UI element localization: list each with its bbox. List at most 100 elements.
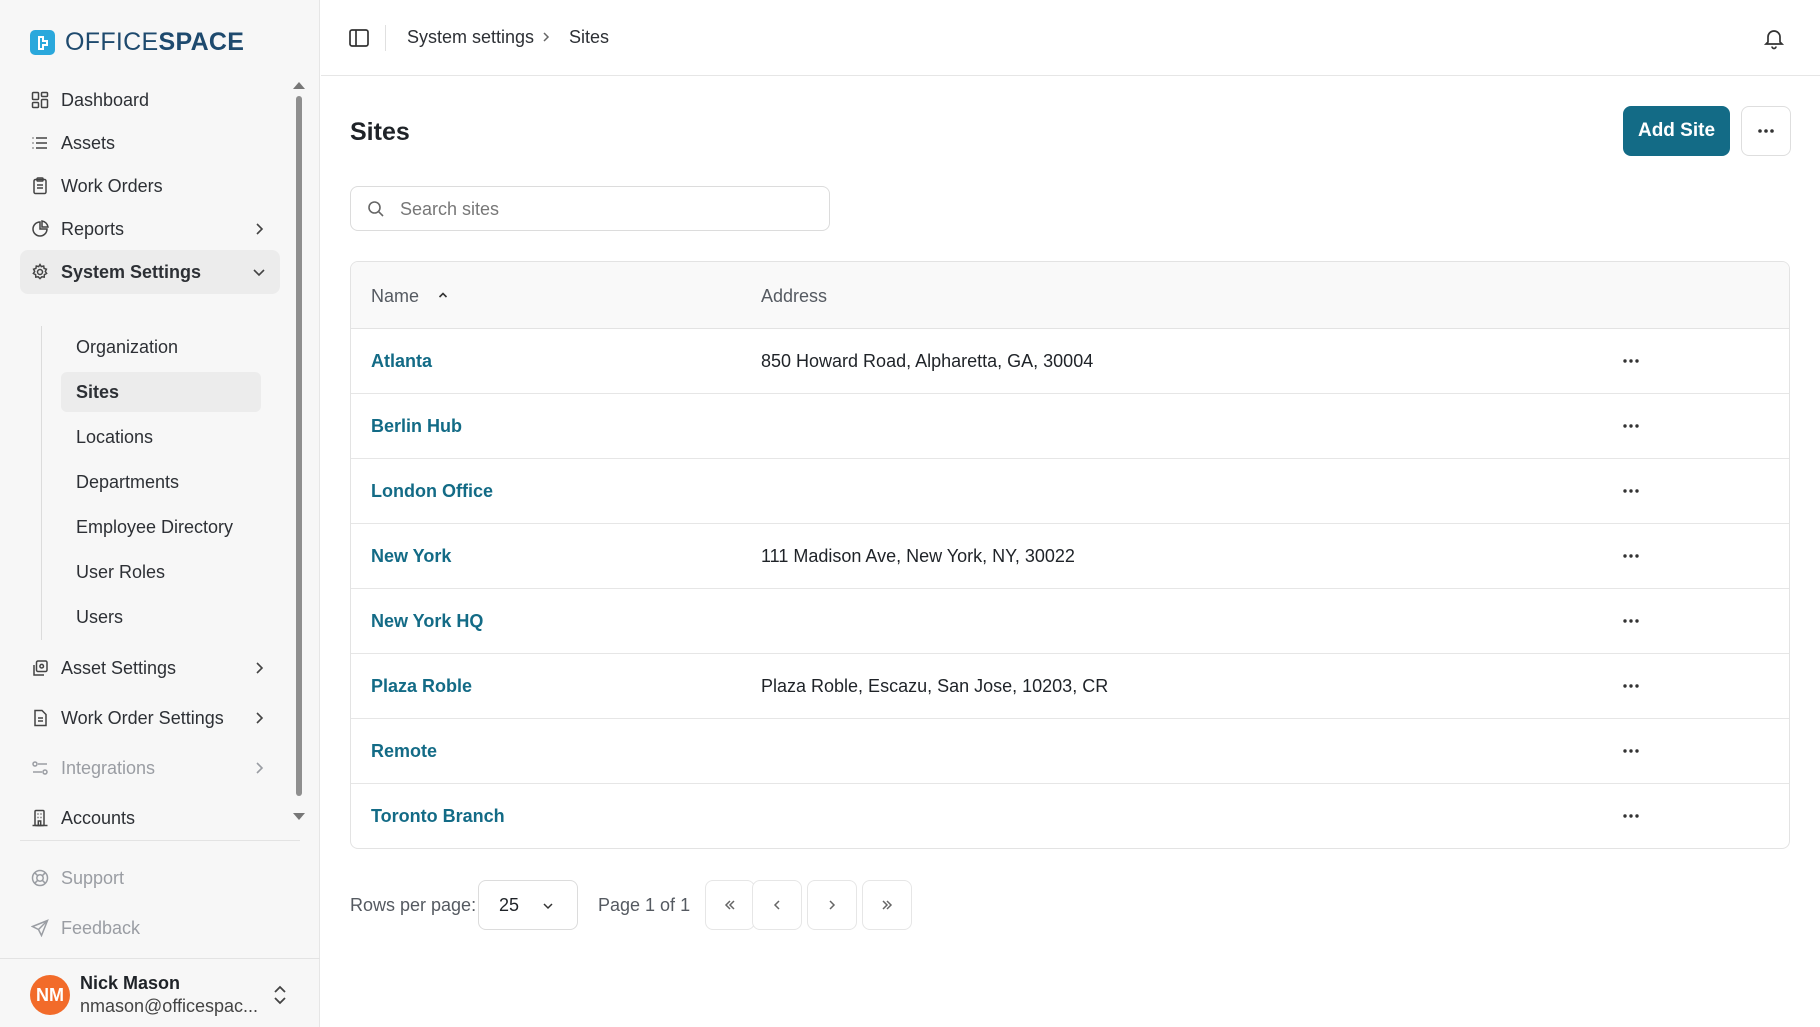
sidebar-item-support[interactable]: Support xyxy=(20,856,280,900)
sidebar-item-integrations[interactable]: Integrations xyxy=(20,746,280,790)
subitem-label: Locations xyxy=(76,426,154,447)
chevrons-right-icon xyxy=(882,900,893,910)
sidebar-item-label: Reports xyxy=(61,218,125,239)
sidebar: OFFICESPACE Dashboard Assets Work Orders… xyxy=(0,0,320,1027)
previous-page-button[interactable] xyxy=(752,880,802,930)
building-icon xyxy=(30,808,50,828)
row-actions-button[interactable] xyxy=(1616,737,1646,765)
more-horizontal-icon xyxy=(1623,684,1639,688)
send-icon xyxy=(30,918,50,938)
sidebar-item-work-order-settings[interactable]: Work Order Settings xyxy=(20,696,280,740)
integrations-icon xyxy=(30,758,50,778)
sidebar-subitem-sites[interactable]: Sites xyxy=(61,372,261,412)
table-row[interactable]: Plaza Roble Plaza Roble, Escazu, San Jose… xyxy=(351,654,1789,719)
row-actions-button[interactable] xyxy=(1616,542,1646,570)
user-menu[interactable]: NM Nick Mason nmason@officespac... xyxy=(30,970,290,1020)
list-icon xyxy=(30,133,50,153)
site-name-link[interactable]: Plaza Roble xyxy=(371,676,472,697)
sidebar-item-label: Feedback xyxy=(61,917,141,938)
search-box[interactable] xyxy=(350,186,830,231)
table-row[interactable]: London Office xyxy=(351,459,1789,524)
sidebar-item-label: Accounts xyxy=(61,807,136,828)
page-more-button[interactable] xyxy=(1741,106,1791,156)
site-name-link[interactable]: Berlin Hub xyxy=(371,416,462,437)
table-row[interactable]: Atlanta 850 Howard Road, Alpharetta, GA, … xyxy=(351,329,1789,394)
toggle-sidebar-icon[interactable] xyxy=(347,26,371,50)
site-name-link[interactable]: Atlanta xyxy=(371,351,432,372)
sidebar-item-feedback[interactable]: Feedback xyxy=(20,906,280,950)
sidebar-item-assets[interactable]: Assets xyxy=(20,121,280,165)
sidebar-item-accounts[interactable]: Accounts xyxy=(20,796,280,840)
breadcrumb-item-system-settings[interactable]: System settings xyxy=(407,27,534,48)
sidebar-subitem-employee-directory[interactable]: Employee Directory xyxy=(61,507,261,547)
subitem-label: Sites xyxy=(76,381,120,402)
rows-per-page-select[interactable]: 25 xyxy=(478,880,578,930)
chevron-down-icon xyxy=(543,903,553,910)
site-name-link[interactable]: New York xyxy=(371,546,451,567)
sites-table: Name Address Atlanta 850 Howard Road, Alp… xyxy=(350,261,1790,849)
sidebar-subitem-locations[interactable]: Locations xyxy=(61,417,261,457)
clipboard-icon xyxy=(30,176,50,196)
bell-icon[interactable] xyxy=(1762,26,1786,50)
sidebar-item-label: Integrations xyxy=(61,757,156,778)
pie-chart-icon xyxy=(30,219,50,239)
logo[interactable]: OFFICESPACE xyxy=(30,28,244,57)
sidebar-item-dashboard[interactable]: Dashboard xyxy=(20,78,280,122)
row-actions-button[interactable] xyxy=(1616,412,1646,440)
more-horizontal-icon xyxy=(1623,619,1639,623)
scrollbar-thumb[interactable] xyxy=(296,96,302,796)
sort-ascending-icon[interactable] xyxy=(436,288,450,302)
last-page-button[interactable] xyxy=(862,880,912,930)
more-horizontal-icon xyxy=(1623,359,1639,363)
logo-text-light: OFFICE xyxy=(65,28,159,56)
topbar-divider xyxy=(385,25,386,51)
table-row[interactable]: Remote xyxy=(351,719,1789,784)
first-page-button[interactable] xyxy=(705,880,755,930)
more-horizontal-icon xyxy=(1623,554,1639,558)
site-address: Plaza Roble, Escazu, San Jose, 10203, CR xyxy=(761,676,1109,696)
table-row[interactable]: Berlin Hub xyxy=(351,394,1789,459)
chevrons-up-down-icon[interactable] xyxy=(270,984,290,1006)
site-name-link[interactable]: New York HQ xyxy=(371,611,483,632)
more-horizontal-icon xyxy=(1758,129,1774,133)
user-info: Nick Mason nmason@officespac... xyxy=(80,973,258,1017)
site-name-link[interactable]: Toronto Branch xyxy=(371,806,505,827)
sidebar-divider xyxy=(20,840,300,841)
sidebar-item-asset-settings[interactable]: Asset Settings xyxy=(20,646,280,690)
support-icon xyxy=(30,868,50,888)
row-actions-button[interactable] xyxy=(1616,607,1646,635)
subitem-label: Organization xyxy=(76,336,179,357)
chevrons-left-icon xyxy=(724,900,735,910)
sidebar-item-system-settings[interactable]: System Settings xyxy=(20,250,280,294)
column-header-name[interactable]: Name xyxy=(371,286,419,307)
table-header: Name Address xyxy=(351,262,1789,329)
site-name-link[interactable]: Remote xyxy=(371,741,437,762)
breadcrumb-separator-icon xyxy=(543,32,550,42)
sidebar-subitem-organization[interactable]: Organization xyxy=(61,327,261,367)
next-page-button[interactable] xyxy=(807,880,857,930)
sidebar-item-reports[interactable]: Reports xyxy=(20,207,280,251)
table-row[interactable]: New York 111 Madison Ave, New York, NY, 3… xyxy=(351,524,1789,589)
sidebar-subitem-user-roles[interactable]: User Roles xyxy=(61,552,261,592)
avatar: NM xyxy=(30,975,70,1015)
logo-text: OFFICESPACE xyxy=(65,28,244,57)
row-actions-button[interactable] xyxy=(1616,477,1646,505)
table-row[interactable]: New York HQ xyxy=(351,589,1789,654)
scroll-down-arrow-icon[interactable] xyxy=(293,813,305,820)
scroll-up-arrow-icon[interactable] xyxy=(293,82,305,89)
user-name: Nick Mason xyxy=(80,973,181,993)
sidebar-item-work-orders[interactable]: Work Orders xyxy=(20,164,280,208)
row-actions-button[interactable] xyxy=(1616,802,1646,830)
site-name-link[interactable]: London Office xyxy=(371,481,493,502)
search-input[interactable] xyxy=(400,195,820,223)
subnav-divider xyxy=(41,326,42,640)
more-horizontal-icon xyxy=(1623,489,1639,493)
row-actions-button[interactable] xyxy=(1616,347,1646,375)
sidebar-subitem-users[interactable]: Users xyxy=(61,597,261,637)
subitem-label: Departments xyxy=(76,471,180,492)
table-row[interactable]: Toronto Branch xyxy=(351,784,1789,848)
add-site-button[interactable]: Add Site xyxy=(1623,106,1730,156)
row-actions-button[interactable] xyxy=(1616,672,1646,700)
sidebar-subitem-departments[interactable]: Departments xyxy=(61,462,261,502)
sidebar-scrollbar[interactable] xyxy=(293,82,305,820)
